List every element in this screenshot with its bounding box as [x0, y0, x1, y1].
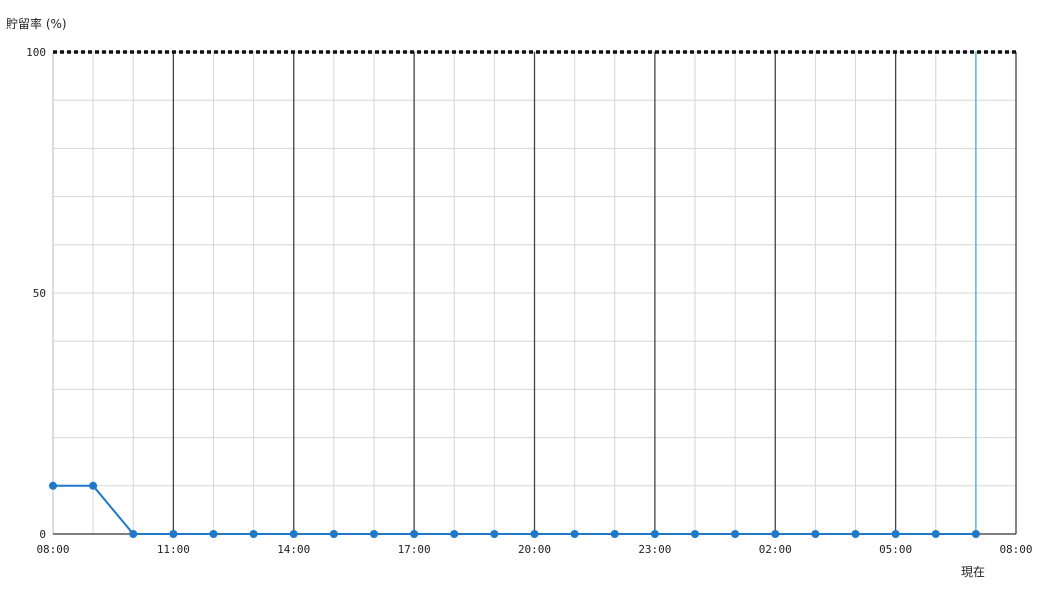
x-tick-label: 17:00: [398, 543, 431, 556]
data-point: [570, 530, 579, 538]
data-point: [851, 530, 860, 538]
x-tick-label: 23:00: [638, 543, 671, 556]
data-point: [771, 530, 780, 538]
data-point: [650, 530, 659, 538]
data-point: [691, 530, 699, 538]
y-tick-label: 50: [33, 287, 46, 300]
x-tick-label: 08:00: [999, 543, 1032, 556]
data-point: [209, 530, 218, 538]
y-tick-label: 100: [26, 46, 46, 59]
data-point: [971, 530, 980, 538]
data-point: [931, 530, 940, 538]
data-point: [49, 481, 57, 490]
chart-svg: 0 50 100 08:00 11:00 14:00 17:00 20:00 23:00 02:0…: [26, 46, 1032, 556]
data-point: [129, 530, 138, 538]
data-point: [329, 530, 338, 538]
current-time-label: 現在: [961, 565, 986, 579]
x-tick-label: 20:00: [518, 543, 551, 556]
data-point: [89, 481, 98, 490]
data-point: [490, 530, 499, 538]
x-tick-label: 05:00: [879, 543, 912, 556]
data-point: [410, 530, 419, 538]
x-tick-label: 08:00: [36, 543, 69, 556]
data-point: [289, 530, 298, 538]
series-line: [53, 484, 976, 535]
chart-container: 貯留率 (%) 0 50 100 08:00 11:00 14:00 17:00 20:00 2…: [0, 0, 1050, 600]
data-point: [811, 530, 820, 538]
data-point: [891, 530, 900, 538]
data-point: [450, 530, 459, 538]
data-point: [370, 530, 378, 538]
data-point: [731, 530, 740, 538]
x-tick-label: 11:00: [157, 543, 190, 556]
y-tick-label: 0: [39, 528, 46, 541]
data-point: [610, 530, 619, 538]
x-tick-label: 14:00: [277, 543, 310, 556]
y-axis-label: 貯留率 (%): [6, 17, 67, 31]
data-point: [249, 530, 258, 538]
data-point: [530, 530, 539, 538]
x-tick-label: 02:00: [759, 543, 792, 556]
data-point: [169, 530, 178, 538]
